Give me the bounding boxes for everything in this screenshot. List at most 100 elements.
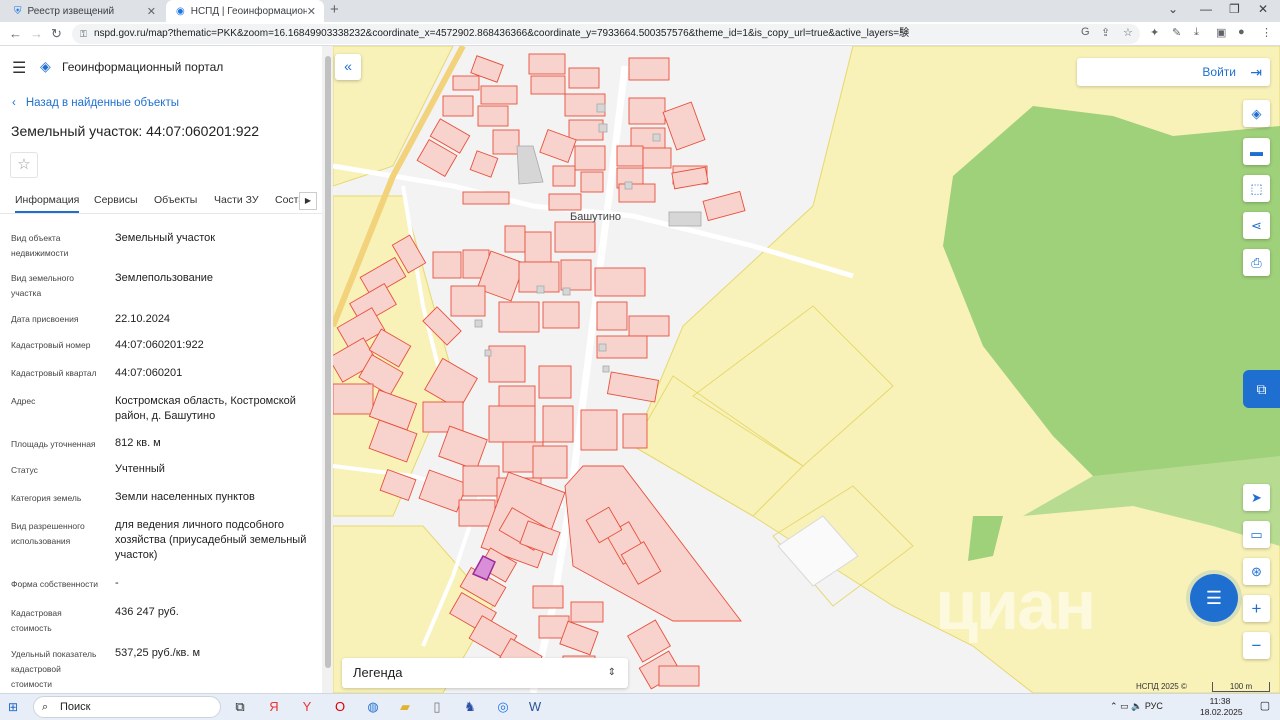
select-area-icon[interactable]: ⬚	[1243, 175, 1270, 202]
opera-icon[interactable]: O	[331, 699, 349, 714]
tab-parts[interactable]: Части ЗУ	[214, 194, 259, 206]
land-parcel	[658, 665, 700, 687]
tab-info[interactable]: Информация	[15, 194, 80, 213]
notification-icon[interactable]: ▢	[1256, 699, 1274, 712]
legend-dropdown[interactable]: Легенда ⇕	[342, 658, 628, 688]
land-parcel	[594, 267, 646, 297]
close-window-icon[interactable]: ✕	[1258, 2, 1268, 16]
land-parcel	[532, 445, 568, 479]
back-to-results-link[interactable]: ‹ Назад в найденные объекты	[12, 97, 179, 109]
field-value: 812 кв. м	[115, 437, 161, 449]
system-tray[interactable]: ⌃ ▭ 🔈 РУС	[1110, 701, 1163, 712]
zoom-in-icon[interactable]: +	[1243, 595, 1270, 622]
field-label: Категория земель	[11, 493, 82, 503]
minimap-icon[interactable]: ▭	[1243, 521, 1270, 548]
field-label: Статус	[11, 465, 38, 475]
share-icon[interactable]: ⋖	[1243, 212, 1270, 239]
download-icon[interactable]: ⤓	[1194, 26, 1199, 39]
tab-title: Реестр извещений	[27, 5, 115, 17]
geo-search-icon[interactable]: ⊛	[1243, 558, 1270, 585]
land-parcel	[450, 285, 486, 317]
chevron-down-icon[interactable]: ⌄	[1168, 2, 1178, 16]
network-icon[interactable]: ▭	[1120, 701, 1129, 711]
land-parcel	[462, 465, 500, 497]
globe-icon: ◉	[176, 5, 185, 17]
field-label: Площадь уточненная	[11, 439, 96, 449]
login-button[interactable]: Войти ⇥	[1077, 58, 1270, 86]
field-value: 436 247 руб.	[115, 606, 179, 618]
field-label: Кадастровый квартал	[11, 368, 97, 378]
field-value: 537,25 руб./кв. м	[115, 647, 201, 659]
minimize-icon[interactable]: —	[1200, 2, 1212, 16]
ruler-icon[interactable]: ▬	[1243, 138, 1270, 165]
yandex-icon[interactable]: Я	[265, 699, 283, 714]
folder-icon[interactable]: ▰	[396, 699, 414, 715]
field-value: для ведения личного подсобного хозяйства…	[115, 519, 307, 561]
sidepanel-icon[interactable]: ▣	[1216, 26, 1226, 39]
profile-icon[interactable]: ●	[1238, 26, 1245, 38]
app-icon[interactable]: ♞	[461, 699, 479, 715]
restore-icon[interactable]: ❐	[1229, 2, 1240, 16]
tray-arrow-icon[interactable]: ⌃	[1110, 701, 1118, 711]
share-page-icon[interactable]: ⇪	[1101, 26, 1110, 39]
windows-start-icon[interactable]: ⊞	[8, 700, 18, 714]
language-indicator[interactable]: РУС	[1145, 701, 1163, 711]
tab-services[interactable]: Сервисы	[94, 194, 138, 206]
task-view-icon[interactable]: ⧉	[231, 699, 249, 715]
land-parcel	[554, 221, 596, 253]
translate-icon[interactable]: ✎	[1172, 26, 1181, 39]
chevron-updown-icon: ⇕	[607, 667, 616, 678]
google-icon[interactable]: G	[1081, 26, 1090, 38]
yandex-browser-icon[interactable]: Y	[298, 699, 316, 714]
layers-icon[interactable]: ◈	[1243, 100, 1270, 127]
land-parcel	[570, 601, 604, 623]
favorite-star-icon[interactable]: ☆	[10, 152, 38, 178]
extensions-icon[interactable]: ✦	[1150, 26, 1159, 39]
tab-title: НСПД | Геоинформационный п	[190, 5, 307, 17]
windows-taskbar: ⊞ ⌕ Поиск ⧉ Я Y O ◍ ▰ ▯ ♞ ◎ W ⌃ ▭ 🔈 РУС …	[0, 693, 1280, 720]
close-icon[interactable]: ✕	[147, 5, 156, 18]
more-menu-icon[interactable]: ⋮	[1261, 26, 1272, 39]
collapse-sidebar-icon[interactable]: «	[335, 54, 361, 80]
land-parcel	[552, 165, 576, 187]
chrome-icon[interactable]: ◎	[494, 699, 512, 715]
building	[668, 211, 702, 227]
forward-arrow-icon[interactable]: →	[30, 26, 43, 41]
chat-support-icon[interactable]: ☰	[1190, 574, 1238, 622]
word-icon[interactable]: W	[526, 699, 544, 714]
browser-tab-registry[interactable]: ⛨ Реестр извещений ✕	[4, 0, 164, 22]
tab-objects[interactable]: Объекты	[154, 194, 197, 206]
building	[474, 319, 483, 328]
field-value: Земельный участок	[115, 232, 216, 244]
field-label: Дата присвоения	[11, 314, 79, 324]
map-copyright: НСПД 2025 ©	[1136, 682, 1187, 691]
document-icon[interactable]: ▯	[428, 699, 446, 715]
cadastral-map[interactable]	[333, 46, 1280, 693]
browser-icon[interactable]: ◍	[364, 699, 382, 715]
land-parcel	[452, 75, 480, 91]
login-label: Войти	[1202, 65, 1236, 79]
side-panel-tab-icon[interactable]: ⧉	[1243, 370, 1280, 408]
tabs-scroll-right-icon[interactable]: ▶	[299, 192, 317, 210]
building	[598, 123, 608, 133]
hamburger-menu-icon[interactable]: ☰	[12, 58, 26, 78]
bookmark-star-icon[interactable]: ☆	[1123, 26, 1133, 39]
close-icon[interactable]: ✕	[307, 5, 316, 18]
reload-icon[interactable]: ↻	[51, 26, 62, 42]
taskbar-clock[interactable]: 11:38 18.02.2025	[1200, 696, 1243, 718]
volume-icon[interactable]: 🔈	[1131, 701, 1142, 711]
locate-icon[interactable]: ➤	[1243, 484, 1270, 511]
zoom-out-icon[interactable]: −	[1243, 632, 1270, 659]
land-parcel	[432, 251, 462, 279]
clock-date: 18.02.2025	[1200, 707, 1243, 717]
land-parcel	[530, 75, 566, 95]
taskbar-search[interactable]: ⌕ Поиск	[33, 696, 221, 718]
land-parcel	[524, 231, 552, 263]
back-arrow-icon[interactable]: ←	[9, 26, 22, 41]
browser-tab-nspd[interactable]: ◉ НСПД | Геоинформационный п ✕	[166, 0, 324, 22]
map-canvas[interactable]	[333, 46, 1280, 693]
sidebar-scroll-thumb[interactable]	[325, 56, 331, 668]
url-field[interactable]: ⚿ nspd.gov.ru/map?thematic=PKK&zoom=16.1…	[72, 24, 1140, 44]
print-icon[interactable]: ⎙	[1243, 249, 1270, 276]
new-tab-icon[interactable]: +	[330, 1, 339, 18]
